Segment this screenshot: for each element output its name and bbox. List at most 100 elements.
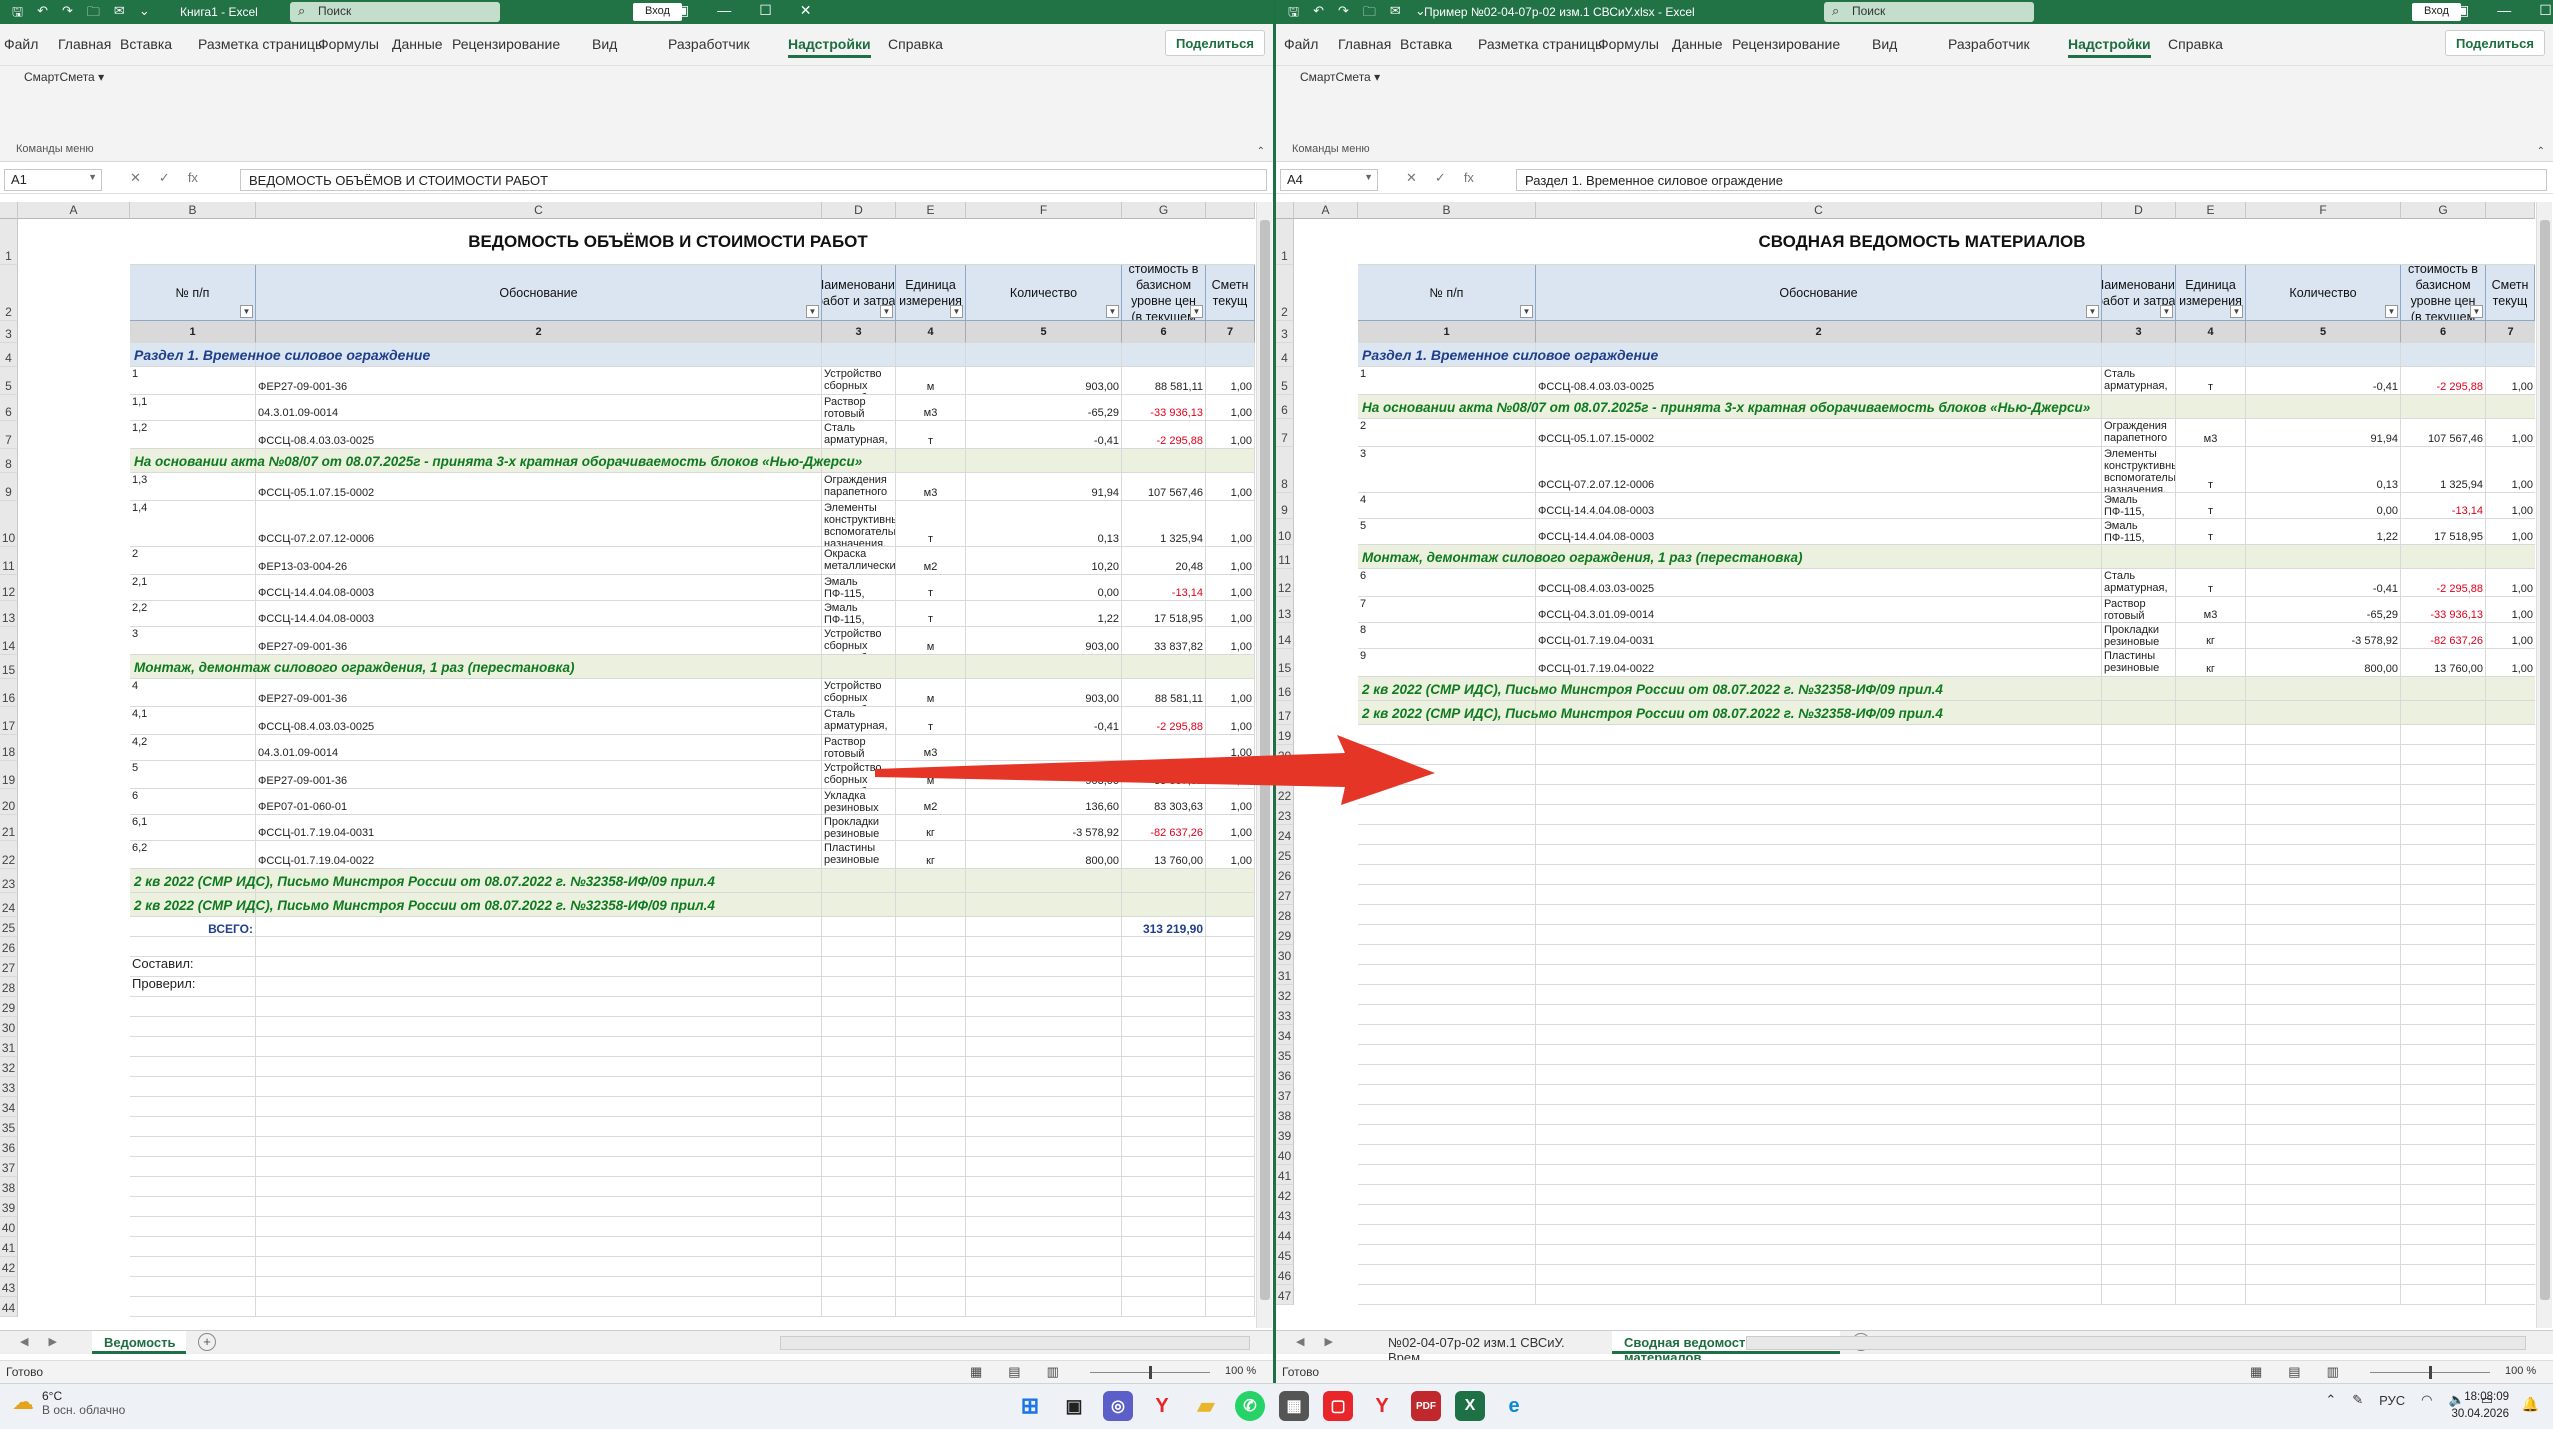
cell[interactable]: 1,00 [2486,447,2535,493]
cell[interactable] [2486,825,2535,845]
cell[interactable] [1206,1097,1255,1117]
cell[interactable]: ФССЦ-08.4.03.03-0025 [256,707,822,735]
cell[interactable]: 1,00 [1206,601,1255,627]
cell[interactable] [2246,1045,2401,1065]
cell[interactable] [2102,805,2176,825]
cell[interactable] [256,1217,822,1237]
cell[interactable] [822,997,896,1017]
yandex-app-icon[interactable]: Y [1367,1391,1397,1421]
cell[interactable]: ФССЦ-05.1.07.15-0002 [1536,419,2102,447]
filter-dropdown-icon[interactable]: ▼ [2086,305,2099,318]
check-icon[interactable]: ✓ [1435,170,1446,186]
cell[interactable] [130,1117,256,1137]
cell[interactable] [2486,1085,2535,1105]
formula-input[interactable]: ВЕДОМОСТЬ ОБЪЁМОВ И СТОИМОСТИ РАБОТ [240,169,1267,191]
cell[interactable] [822,1077,896,1097]
cell[interactable] [2102,1045,2176,1065]
cell[interactable] [256,1157,822,1177]
cell[interactable] [1206,937,1255,957]
cell[interactable] [1358,985,1536,1005]
vertical-scrollbar[interactable] [1256,202,1272,1328]
cell[interactable]: Устройство сборных железобетонных парапе… [822,761,896,789]
cell[interactable]: 1,00 [2486,419,2535,447]
cell[interactable] [2176,1125,2246,1145]
cell[interactable]: 1,00 [1206,575,1255,601]
row-number[interactable]: 30 [1276,945,1294,965]
cell[interactable] [2486,925,2535,945]
cell[interactable]: м [896,367,966,395]
cell[interactable] [1536,725,2102,745]
cell[interactable] [130,1137,256,1157]
cell[interactable]: т [2176,519,2246,545]
cell[interactable] [1536,1025,2102,1045]
filter-dropdown-icon[interactable]: ▼ [1520,305,1533,318]
cell[interactable]: 2,1 [130,575,256,601]
cell[interactable] [1206,343,1255,367]
cell[interactable] [1536,1145,2102,1165]
cell[interactable] [896,1257,966,1277]
cell[interactable] [896,1277,966,1297]
row-number[interactable]: 34 [0,1097,18,1117]
cell[interactable] [1536,1165,2102,1185]
cell[interactable] [822,1057,896,1077]
cell[interactable] [2102,677,2176,701]
cell[interactable] [2176,925,2246,945]
cell[interactable] [2176,1165,2246,1185]
cell[interactable] [2102,985,2176,1005]
cell[interactable]: 04.3.01.09-0014 [256,735,822,761]
cell[interactable] [2401,1125,2486,1145]
cell[interactable]: 04.3.01.09-0014 [256,395,822,421]
cell[interactable] [2246,1265,2401,1285]
cell[interactable] [2401,1105,2486,1125]
cell[interactable]: м [896,627,966,655]
cell[interactable] [2401,1005,2486,1025]
row-number[interactable]: 25 [0,917,18,937]
cell[interactable] [966,1017,1122,1037]
sheet-tab[interactable]: №02-04-07р-02 изм.1 СВСиУ. Врем [1376,1331,1606,1365]
cell[interactable]: м2 [896,789,966,815]
row-number[interactable]: 6 [0,395,18,421]
cell[interactable] [2102,395,2176,419]
cell[interactable] [966,893,1122,917]
column-header-G[interactable]: G [1122,202,1206,219]
cell[interactable]: 800,00 [2246,649,2401,677]
row-number[interactable]: 7 [0,421,18,449]
cell[interactable]: 2 [130,547,256,575]
name-box[interactable]: A1 ▼ [4,169,102,191]
cell[interactable] [2246,701,2401,725]
cell[interactable] [822,1137,896,1157]
row-number[interactable]: 1 [0,219,18,265]
cell[interactable] [130,1257,256,1277]
cell[interactable]: -0,41 [2246,569,2401,597]
cell[interactable] [130,1157,256,1177]
cell[interactable] [1358,1185,1536,1205]
cell[interactable]: 1,00 [2486,623,2535,649]
cell[interactable]: 2 [1536,321,2102,343]
row-number[interactable]: 42 [1276,1185,1294,1205]
cell[interactable] [2176,845,2246,865]
cell[interactable] [2102,745,2176,765]
cell[interactable]: ВСЕГО: [130,917,256,937]
cell[interactable] [130,1097,256,1117]
cell[interactable] [2401,965,2486,985]
cell[interactable] [2102,865,2176,885]
column-header-F[interactable]: F [2246,202,2401,219]
row-number[interactable]: 2 [0,265,18,321]
cell[interactable]: 13 760,00 [2401,649,2486,677]
row-number[interactable]: 8 [1276,447,1294,493]
cell[interactable] [1122,1197,1206,1217]
cell[interactable] [1358,1265,1536,1285]
cancel-icon[interactable]: ✕ [1406,170,1417,186]
cell[interactable]: ФССЦ-01.7.19.04-0031 [256,815,822,841]
cell[interactable] [1536,885,2102,905]
cell[interactable] [1536,1225,2102,1245]
cell[interactable] [1536,745,2102,765]
row-number[interactable]: 28 [0,977,18,997]
cell[interactable]: 4 [896,321,966,343]
cell[interactable] [2102,1005,2176,1025]
row-number[interactable]: 7 [1276,419,1294,447]
cell[interactable]: 313 219,90 [1122,917,1206,937]
cell[interactable]: -65,29 [966,395,1122,421]
cell[interactable] [256,937,822,957]
filter-dropdown-icon[interactable]: ▼ [2160,305,2173,318]
